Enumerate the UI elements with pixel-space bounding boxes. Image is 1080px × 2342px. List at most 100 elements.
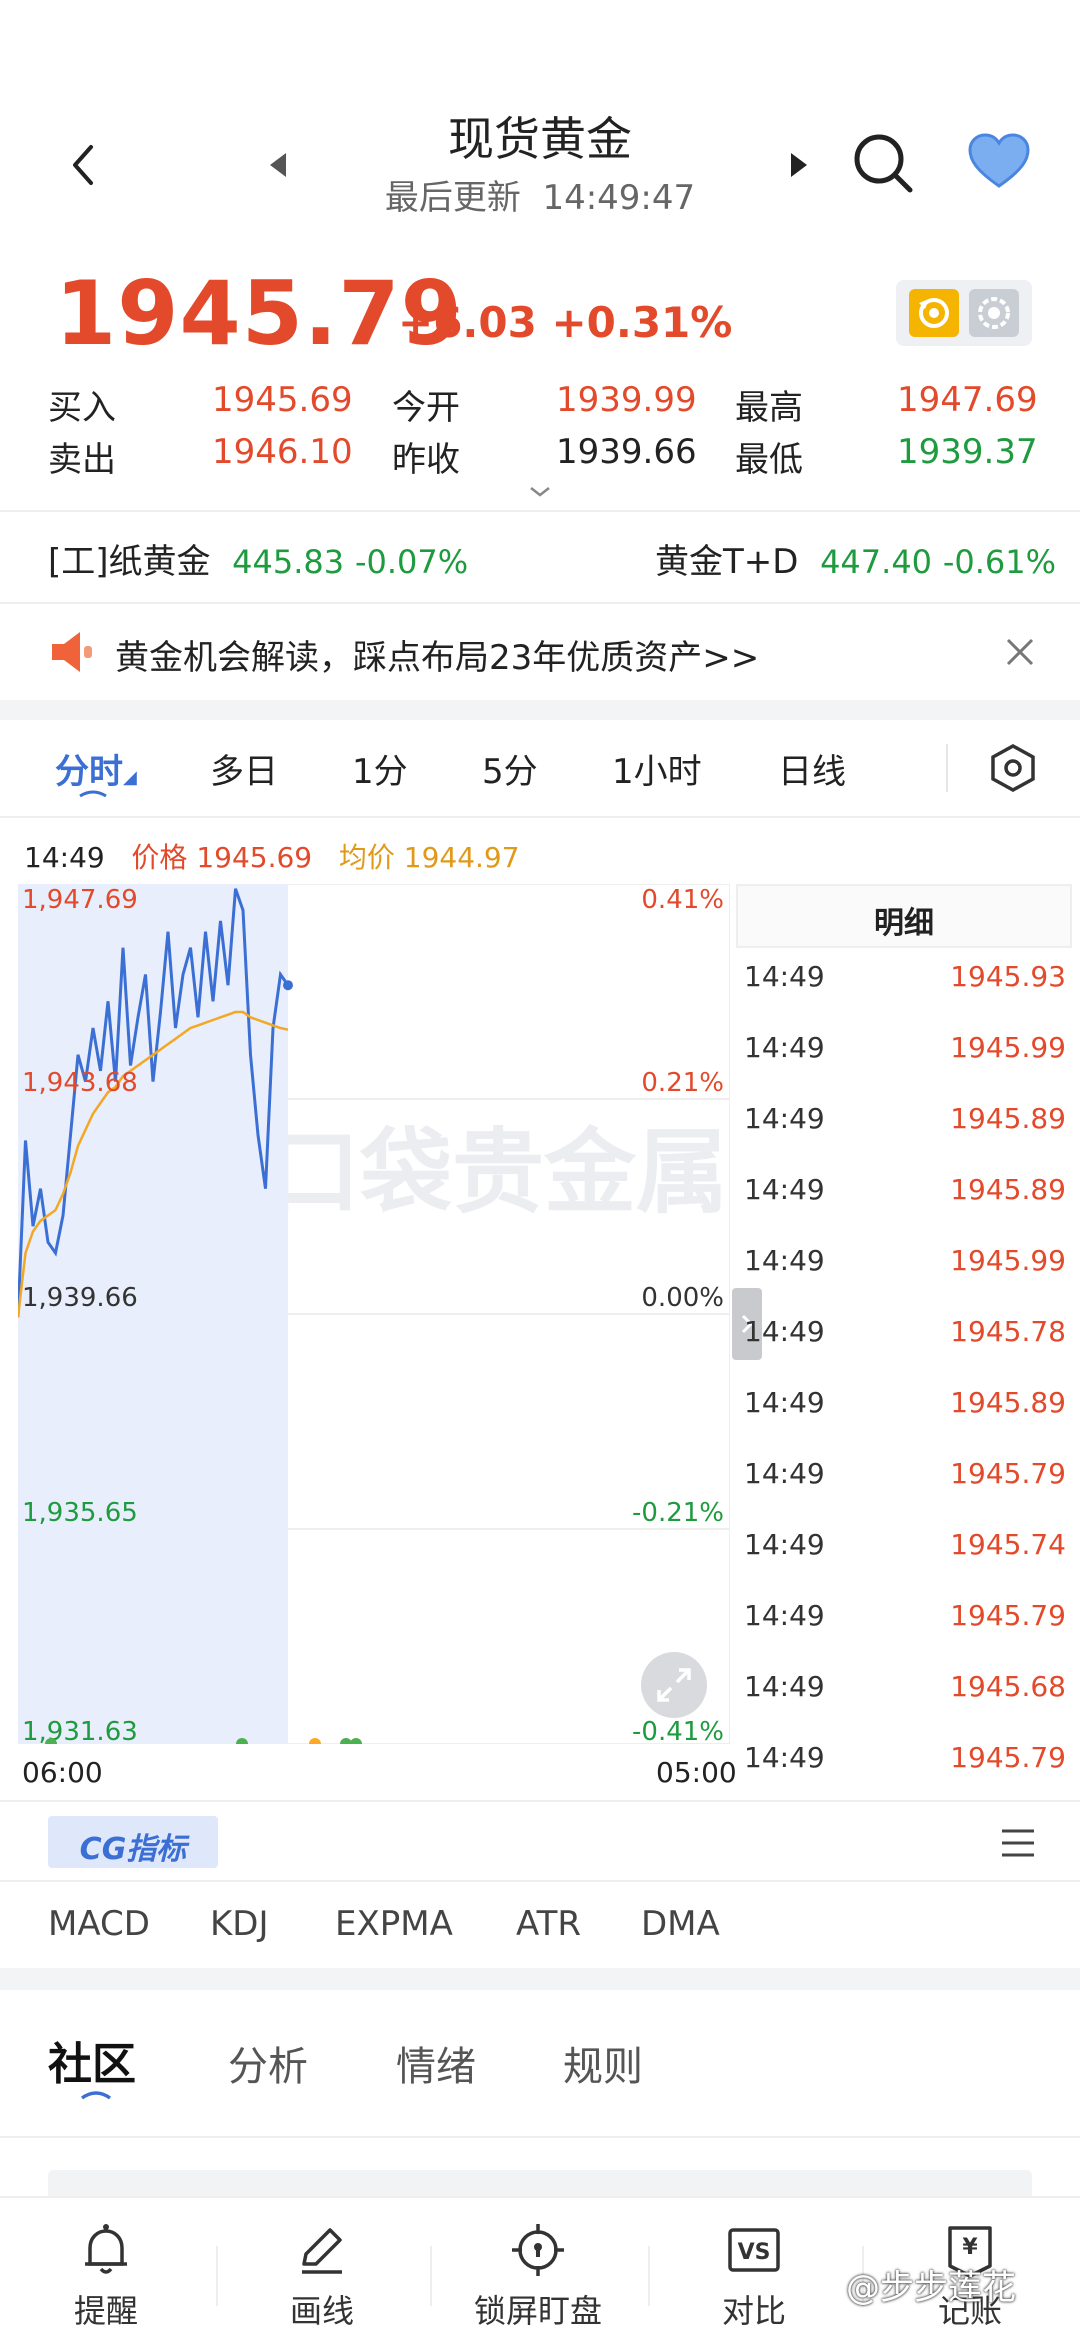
change-percent: +0.31% bbox=[551, 298, 733, 347]
detail-title: 明细 bbox=[874, 906, 934, 941]
nav-compare[interactable]: VS 对比 bbox=[694, 2220, 814, 2338]
divider bbox=[216, 2246, 218, 2306]
cg-badge-label: CG指标 bbox=[79, 1832, 187, 1867]
detail-row: 14:49 1945.93 bbox=[744, 946, 1066, 1006]
detail-row: 14:49 1945.89 bbox=[744, 1088, 1066, 1148]
y-tick-label-right: 0.00% bbox=[641, 1283, 724, 1313]
detail-price: 1945.89 bbox=[950, 1173, 1066, 1206]
banner-text: 黄金机会解读，踩点布局23年优质资产>> bbox=[115, 638, 760, 678]
related-pct: -0.61% bbox=[942, 543, 1057, 581]
tab-1hour[interactable]: 1小时 bbox=[612, 744, 702, 793]
nav-label: 锁屏盯盘 bbox=[473, 2292, 602, 2330]
tab-1min[interactable]: 1分 bbox=[352, 744, 408, 793]
fullscreen-button[interactable] bbox=[641, 1652, 707, 1718]
event-marker bbox=[350, 1738, 362, 1744]
detail-price: 1945.74 bbox=[950, 1528, 1066, 1561]
detail-price: 1945.89 bbox=[950, 1102, 1066, 1135]
y-tick-label-right: 0.21% bbox=[641, 1068, 724, 1098]
svg-text:¥: ¥ bbox=[962, 2235, 978, 2260]
x-label-start: 06:00 bbox=[22, 1756, 103, 1789]
tab-analysis[interactable]: 分析 bbox=[228, 2034, 308, 2092]
speaker-icon bbox=[46, 626, 98, 678]
detail-row: 14:49 1945.78 bbox=[744, 1301, 1066, 1361]
search-button[interactable] bbox=[850, 130, 916, 196]
detail-row: 14:49 1945.99 bbox=[744, 1230, 1066, 1290]
tab-multi-day[interactable]: 多日 bbox=[210, 744, 278, 793]
nav-remind[interactable]: 提醒 bbox=[46, 2220, 166, 2338]
price-value: 1945.69 bbox=[196, 841, 313, 874]
expand-button[interactable] bbox=[525, 482, 555, 502]
lock-target-icon bbox=[512, 2224, 564, 2276]
detail-time: 14:49 bbox=[744, 1244, 825, 1277]
y-tick-label-left: 1,943.68 bbox=[22, 1068, 138, 1098]
hamburger-icon bbox=[1002, 1829, 1034, 1857]
tab-label: 分时 bbox=[55, 752, 123, 792]
intraday-chart[interactable]: 口袋贵金属 1,947.69 0.41% 1,943.68 0.21% 1,939.66… bbox=[18, 884, 730, 1744]
detail-time: 14:49 bbox=[744, 1599, 825, 1632]
y-tick-label-right: -0.41% bbox=[632, 1717, 724, 1744]
related-name: 黄金T+D bbox=[655, 542, 799, 582]
tab-daily[interactable]: 日线 bbox=[778, 744, 846, 793]
quote-tools bbox=[896, 280, 1032, 346]
indicator-atr[interactable]: ATR bbox=[516, 1904, 581, 1944]
indicator-expma[interactable]: EXPMA bbox=[335, 1904, 453, 1944]
gear-icon bbox=[978, 297, 1010, 329]
cg-indicator-badge[interactable]: CG指标 bbox=[48, 1816, 218, 1868]
tab-5min[interactable]: 5分 bbox=[482, 744, 538, 793]
chart-settings-button[interactable] bbox=[987, 742, 1039, 794]
close-banner-button[interactable] bbox=[1002, 634, 1038, 670]
nav-draw-line[interactable]: 画线 bbox=[262, 2220, 382, 2338]
detail-header[interactable]: 明细 bbox=[736, 884, 1072, 948]
detail-time: 14:49 bbox=[744, 1102, 825, 1135]
low-label: 最低 bbox=[735, 440, 803, 480]
prev-close-value: 1939.66 bbox=[556, 432, 697, 472]
tab-minute[interactable]: 分时◢ bbox=[55, 744, 137, 793]
favorite-button[interactable] bbox=[966, 132, 1032, 192]
next-instrument-button[interactable] bbox=[785, 145, 815, 185]
detail-time: 14:49 bbox=[744, 1031, 825, 1064]
last-price-dot bbox=[283, 980, 293, 991]
y-tick-label-right: 0.41% bbox=[641, 885, 724, 915]
price-label: 价格 bbox=[131, 841, 188, 874]
detail-time: 14:49 bbox=[744, 1528, 825, 1561]
x-label-end: 05:00 bbox=[656, 1756, 737, 1789]
indicator-kdj[interactable]: KDJ bbox=[210, 1904, 269, 1944]
indicator-dma[interactable]: DMA bbox=[641, 1904, 720, 1944]
ask-value: 1946.10 bbox=[212, 432, 353, 472]
detail-price: 1945.68 bbox=[950, 1670, 1066, 1703]
detail-price: 1945.79 bbox=[950, 1457, 1066, 1490]
tab-rules[interactable]: 规则 bbox=[563, 2034, 643, 2092]
detail-price: 1945.93 bbox=[950, 960, 1066, 993]
refresh-button[interactable] bbox=[909, 289, 959, 337]
section-gap bbox=[0, 1968, 1080, 1990]
nav-label: 画线 bbox=[289, 2292, 354, 2330]
bottom-nav: 提醒 画线 锁屏盯盘 VS 对比 ¥ 记账 @步步莲花 bbox=[0, 2196, 1080, 2342]
y-tick-label-left: 1,939.66 bbox=[22, 1283, 138, 1313]
update-info: 最后更新 14:49:47 bbox=[340, 170, 740, 219]
caret-icon: ◢ bbox=[123, 767, 137, 788]
menu-button[interactable] bbox=[998, 1825, 1038, 1861]
chart-time: 14:49 bbox=[24, 841, 105, 874]
detail-row: 14:49 1945.89 bbox=[744, 1159, 1066, 1219]
detail-row: 14:49 1945.68 bbox=[744, 1656, 1066, 1716]
detail-row: 14:49 1945.79 bbox=[744, 1585, 1066, 1645]
nav-lockscreen[interactable]: 锁屏盯盘 bbox=[462, 2220, 614, 2338]
related-gold-td[interactable]: 黄金T+D 447.40 -0.61% bbox=[655, 534, 1056, 583]
back-button[interactable] bbox=[55, 135, 115, 195]
tab-sentiment[interactable]: 情绪 bbox=[396, 2034, 476, 2092]
svg-text:VS: VS bbox=[738, 2240, 771, 2265]
indicator-macd[interactable]: MACD bbox=[48, 1904, 150, 1944]
related-paper-gold[interactable]: [工]纸黄金 445.83 -0.07% bbox=[48, 534, 468, 583]
bid-value: 1945.69 bbox=[212, 380, 353, 420]
bell-icon bbox=[85, 2224, 127, 2274]
prev-instrument-button[interactable] bbox=[262, 145, 292, 185]
promo-banner[interactable]: 黄金机会解读，踩点布局23年优质资产>> bbox=[0, 604, 1080, 700]
detail-row: 14:49 1945.89 bbox=[744, 1372, 1066, 1432]
detail-row: 14:49 1945.74 bbox=[744, 1514, 1066, 1574]
y-tick-label-left: 1,931.63 bbox=[22, 1717, 138, 1744]
nav-label: 提醒 bbox=[73, 2292, 138, 2330]
tab-community[interactable]: 社区 bbox=[48, 2028, 136, 2092]
settings-toggle-button[interactable] bbox=[969, 289, 1019, 337]
detail-time: 14:49 bbox=[744, 960, 825, 993]
divider bbox=[430, 2246, 432, 2306]
